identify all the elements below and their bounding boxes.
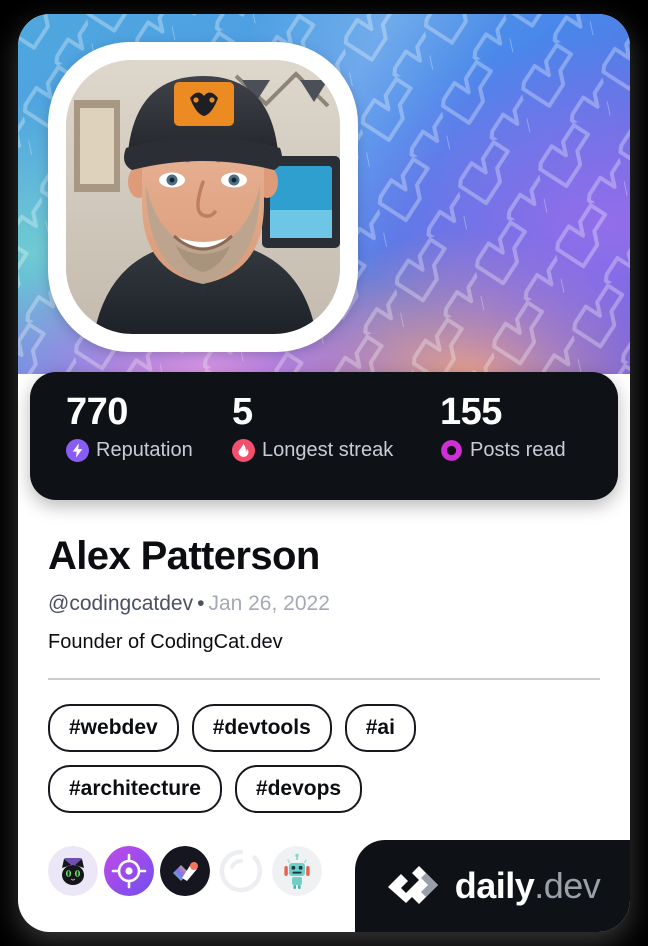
bolt-icon — [66, 438, 89, 462]
stat-posts-read-label: Posts read — [470, 438, 566, 461]
stat-reputation-label: Reputation — [96, 438, 193, 461]
tag-devops[interactable]: #devops — [234, 765, 363, 813]
tag-list: #webdev #devtools #ai #architecture #dev… — [18, 680, 570, 813]
stat-longest-streak: 5 Longest streak — [232, 372, 393, 462]
profile-joined-date: Jan 26, 2022 — [208, 592, 330, 615]
profile-bio: Founder of CodingCat.dev — [48, 631, 283, 653]
stat-posts-read-value: 155 — [440, 391, 502, 433]
target-badge[interactable] — [104, 846, 154, 896]
dev-card: 770 Reputation 5 Longest streak 155 Post… — [18, 14, 630, 932]
locked-ring-badge[interactable] — [216, 846, 266, 896]
daily-dev-logo-icon — [387, 866, 438, 904]
black-cat-badge[interactable] — [48, 846, 98, 896]
stat-longest-streak-label: Longest streak — [262, 438, 394, 461]
badge-list — [48, 846, 322, 896]
gradient-logo-badge[interactable] — [160, 846, 210, 896]
meta-separator: • — [197, 592, 205, 615]
avatar — [66, 60, 340, 334]
stat-reputation-value: 770 — [66, 391, 128, 433]
page-title: Alex Patterson — [48, 534, 320, 578]
robot-badge[interactable] — [272, 846, 322, 896]
profile-handle: @codingcatdev — [48, 592, 194, 615]
tag-ai[interactable]: #ai — [344, 704, 416, 752]
avatar-frame — [48, 42, 358, 352]
stat-posts-read: 155 Posts read — [440, 372, 566, 462]
card-header — [18, 14, 630, 374]
flame-icon — [232, 438, 255, 462]
stats-bar: 770 Reputation 5 Longest streak 155 Post… — [30, 372, 618, 500]
stat-longest-streak-value: 5 — [232, 391, 253, 433]
brand-wordmark: daily.dev — [455, 868, 601, 904]
eye-ring-icon — [441, 439, 462, 461]
brand-suffix: .dev — [534, 865, 601, 906]
daily-dev-brand: daily.dev — [355, 840, 630, 932]
tag-architecture[interactable]: #architecture — [48, 765, 222, 813]
tag-devtools[interactable]: #devtools — [191, 704, 332, 752]
tag-webdev[interactable]: #webdev — [48, 704, 179, 752]
profile-meta: @codingcatdev • Jan 26, 2022 — [18, 579, 630, 614]
stat-reputation: 770 Reputation — [66, 372, 193, 462]
brand-name: daily — [454, 865, 535, 906]
card-body: Alex Patterson @codingcatdev • Jan 26, 202… — [18, 500, 630, 813]
